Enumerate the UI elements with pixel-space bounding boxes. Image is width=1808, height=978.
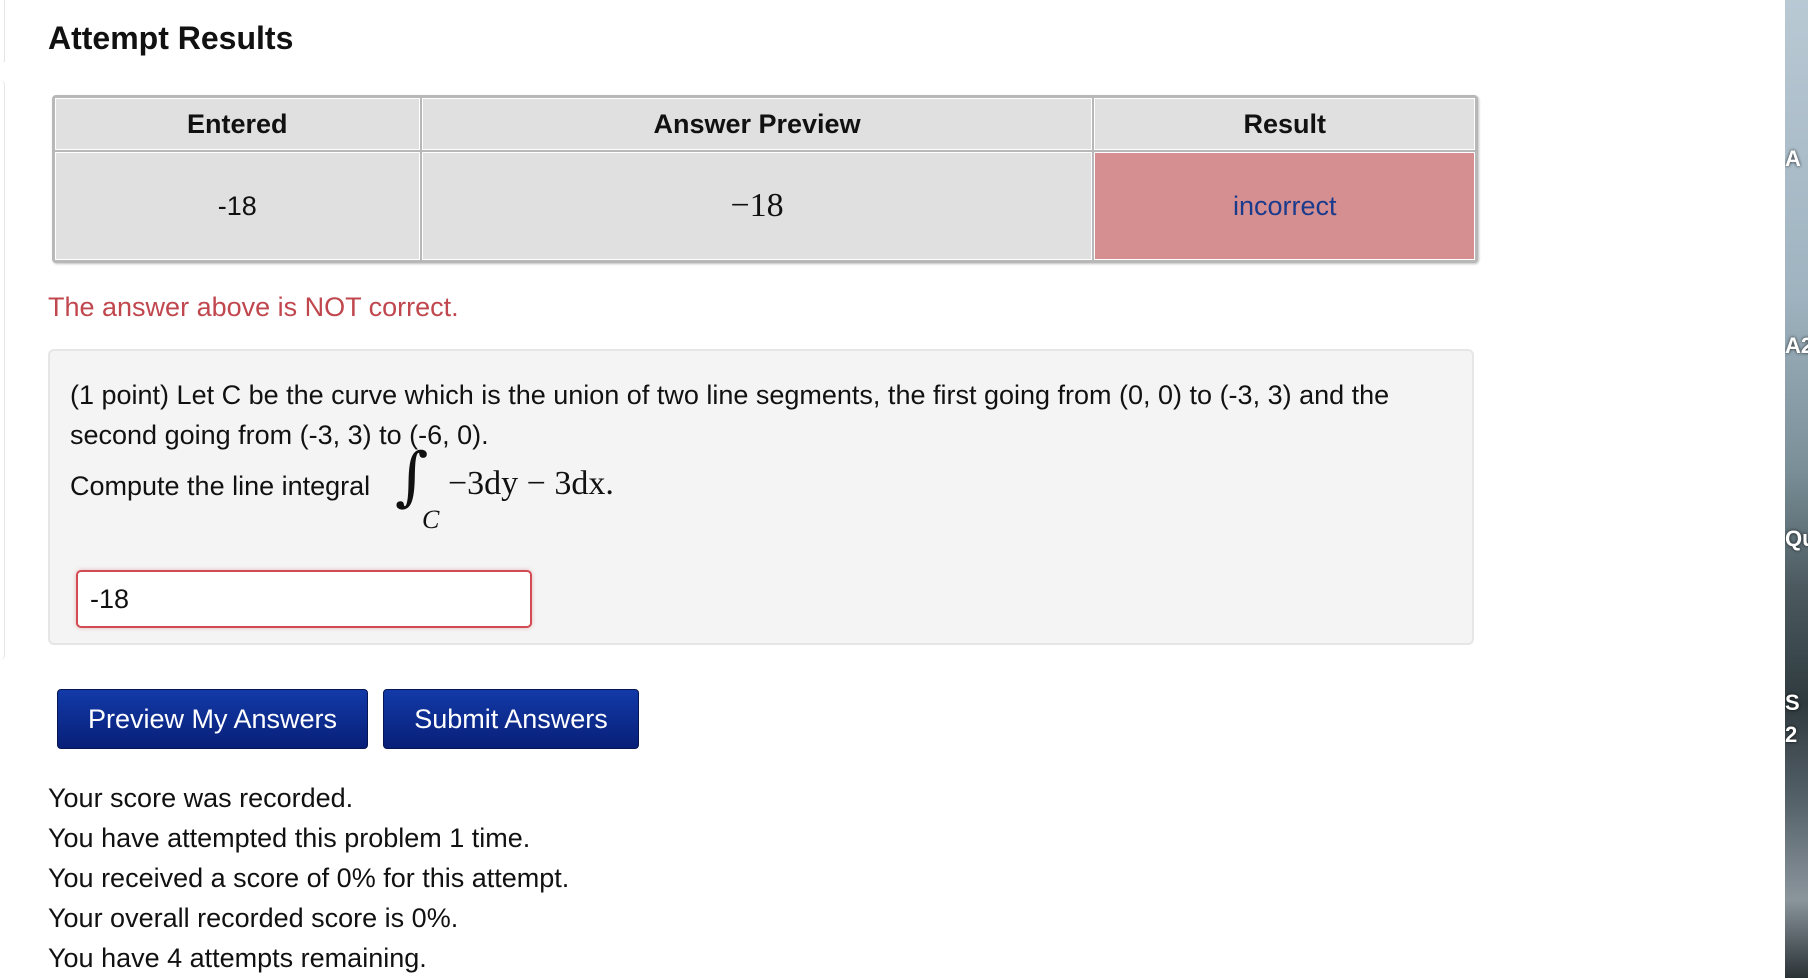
table-row: -18 −18 incorrect [54,151,1476,261]
incorrect-message: The answer above is NOT correct. [48,292,459,322]
left-panel-edge-main [0,80,5,660]
header-answer-preview: Answer Preview [420,97,1094,151]
problem-box: (1 point) Let C be the curve which is th… [48,349,1474,645]
attempts-remaining-line: You have 4 attempts remaining. [48,943,427,973]
integral-expression: −3dy − 3dx. [448,465,614,502]
problem-statement: (1 point) Let C be the curve which is th… [70,380,1390,450]
desktop-label: A [1785,146,1801,171]
desktop-label: 2 [1785,722,1798,747]
attempt-count-line: You have attempted this problem 1 time. [48,823,531,853]
header-entered: Entered [54,97,421,151]
attempt-results-title: Attempt Results [48,20,294,56]
integral-sign: ∫ [395,440,429,514]
preview-answers-button[interactable]: Preview My Answers [57,689,368,749]
left-panel-edge [0,0,6,978]
entered-cell: -18 [54,151,421,261]
desktop-label: S [1785,690,1800,715]
overall-score-line: Your overall recorded score is 0%. [48,903,459,933]
submit-answers-button[interactable]: Submit Answers [383,689,639,749]
score-summary: Your score was recorded. You have attemp… [48,778,569,978]
integral-subscript: C [422,505,440,534]
score-recorded-line: Your score was recorded. [48,783,354,813]
left-panel-edge-top [0,0,5,62]
desktop-label: Qu [1785,526,1808,551]
header-result: Result [1093,97,1476,151]
desktop-label: A2 [1785,333,1808,358]
answer-preview-cell: −18 [420,151,1094,261]
integral-prompt-text: Compute the line integral [70,471,371,501]
attempt-results-table: Entered Answer Preview Result -18 −18 in… [52,95,1478,263]
answer-input[interactable] [76,570,532,628]
result-incorrect-cell: incorrect [1093,151,1476,261]
desktop-background-strip: A A2 Qu S 2 [1785,0,1808,978]
attempt-score-line: You received a score of 0% for this atte… [48,863,570,893]
table-header-row: Entered Answer Preview Result [54,97,1476,151]
